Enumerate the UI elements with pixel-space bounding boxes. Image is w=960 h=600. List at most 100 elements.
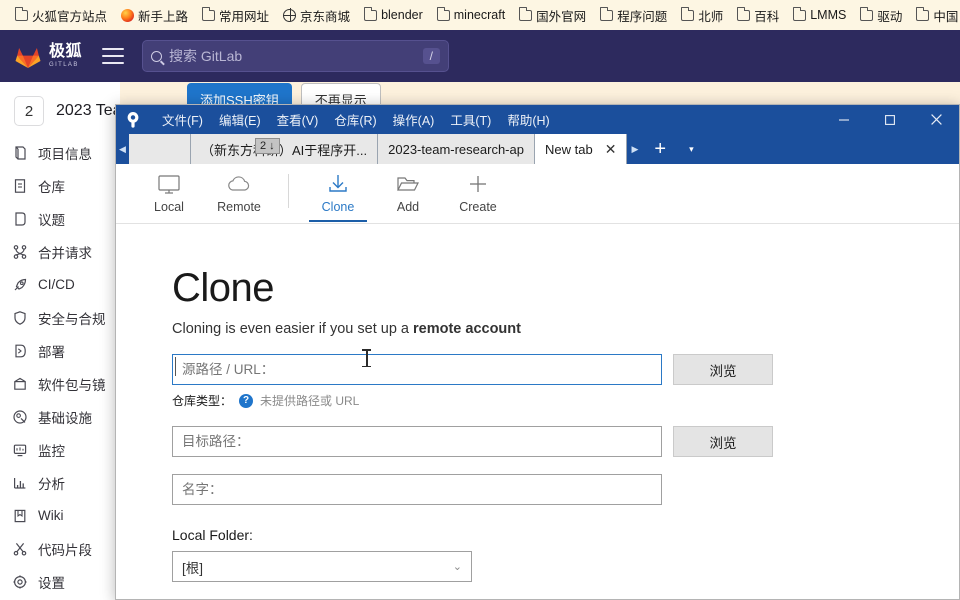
menu-item-4[interactable]: 仓库(R) (326, 107, 384, 132)
bookmark-item[interactable]: 国外官网 (512, 4, 593, 27)
clone-heading: Clone (172, 266, 275, 310)
sidebar-item-12[interactable]: Wiki (0, 499, 119, 532)
close-button[interactable] (913, 105, 959, 134)
bookmark-item[interactable]: LMMS (786, 6, 853, 24)
bookmark-item[interactable]: 百科 (730, 4, 786, 27)
bookmark-item[interactable]: minecraft (430, 6, 512, 24)
repo-type-value: 未提供路径或 URL (260, 394, 360, 408)
sidebar-item-6[interactable]: 安全与合规 (0, 301, 119, 334)
sidebar-item-3[interactable]: 议题 (0, 202, 119, 235)
folder-icon (916, 7, 930, 21)
sidebar-item-2[interactable]: 仓库 (0, 169, 119, 202)
tab-scroll-left-icon[interactable]: ◀ (116, 134, 129, 164)
sidebar-item-label: 软件包与镜 (38, 377, 106, 393)
local-folder-select[interactable]: [根] ⌄ (172, 551, 472, 582)
snippet-icon (12, 541, 28, 557)
folder-icon (518, 7, 533, 21)
toolbar-separator (288, 174, 289, 208)
new-tab-button[interactable]: + (642, 134, 678, 164)
remote-account-link[interactable]: remote account (413, 321, 521, 337)
sidebar-item-10[interactable]: 监控 (0, 433, 119, 466)
sidebar-item-label: 分析 (38, 476, 65, 492)
menu-item-6[interactable]: 工具(T) (442, 107, 499, 132)
toolbar-label: Clone (321, 200, 355, 214)
help-icon[interactable]: ? (239, 393, 254, 408)
bookmark-item[interactable]: 程序问题 (593, 4, 674, 27)
sidebar-item-8[interactable]: 软件包与镜 (0, 367, 119, 400)
target-path-input[interactable] (172, 426, 662, 457)
toolbar-clone-button[interactable]: Clone (303, 164, 373, 222)
bookmark-item[interactable]: 驱动 (853, 4, 909, 27)
tab-scroll-right-icon[interactable]: ▶ (627, 134, 642, 164)
sidebar-item-9[interactable]: 基础设施 (0, 400, 119, 433)
git-client-menubar: 文件(F) 编辑(E) 查看(V) 仓库(R) 操作(A) 工具(T) 帮助(H) (154, 107, 558, 132)
menu-item-7[interactable]: 帮助(H) (499, 107, 557, 132)
repo-name-input[interactable] (172, 474, 662, 505)
menu-hamburger-icon[interactable] (102, 48, 125, 64)
source-path-input[interactable] (172, 354, 662, 385)
tab-label: （新东方科研）AI于程序开... (201, 142, 368, 158)
bookmark-item[interactable]: 常用网址 (195, 4, 276, 27)
gitlab-logo[interactable]: 极狐 GITLAB (14, 43, 82, 69)
gitlab-top-navbar: 极狐 GITLAB 搜索 GitLab / (0, 30, 960, 82)
cloud-icon (226, 172, 252, 196)
analytics-icon (12, 475, 28, 491)
monitor-icon (157, 172, 181, 196)
toolbar-create-button[interactable]: Create (443, 164, 513, 222)
bookmark-item[interactable]: 京东商城 (276, 4, 357, 27)
tab-close-icon[interactable]: ✕ (605, 141, 617, 158)
sidebar-item-label: 监控 (38, 443, 65, 459)
browser-tab-3[interactable]: 2023-team-research-ap (378, 134, 535, 164)
bookmark-item[interactable]: 中国 (909, 4, 960, 27)
toolbar-add-button[interactable]: Add (373, 164, 443, 222)
project-avatar: 2 (14, 96, 44, 126)
sidebar-item-11[interactable]: 分析 (0, 466, 119, 499)
bookmark-label: blender (381, 8, 423, 22)
merge-request-icon (12, 244, 28, 260)
name-row (172, 474, 959, 505)
bookmark-label: 新手上路 (138, 9, 189, 24)
sidebar-item-7[interactable]: 部署 (0, 334, 119, 367)
clone-subtitle-text: Cloning is even easier if you set up a (172, 321, 413, 337)
menu-item-3[interactable]: 查看(V) (269, 107, 327, 132)
menu-item-2[interactable]: 编辑(E) (211, 107, 269, 132)
menu-item-1[interactable]: 文件(F) (154, 107, 211, 132)
sidebar-item-4[interactable]: 合并请求 (0, 235, 119, 268)
sidebar-item-label: 部署 (38, 344, 65, 360)
browse-target-button[interactable]: 浏览 (673, 426, 773, 457)
toolbar-local-button[interactable]: Local (134, 164, 204, 222)
bookmark-item[interactable]: 北师 (674, 4, 730, 27)
toolbar-remote-button[interactable]: Remote (204, 164, 274, 222)
browser-tab-2[interactable]: （新东方科研）AI于程序开... (191, 134, 379, 164)
wiki-icon (12, 508, 28, 524)
tab-menu-caret-icon[interactable]: ▾ (678, 134, 705, 164)
search-placeholder: 搜索 GitLab (169, 48, 243, 64)
search-shortcut-badge: / (422, 48, 441, 64)
toolbar-label: Remote (217, 200, 261, 214)
folder-icon (14, 7, 28, 21)
sidebar-item-13[interactable]: 代码片段 (0, 532, 119, 565)
sidebar-item-label: 代码片段 (38, 542, 92, 558)
sidebar-item-14[interactable]: 设置 (0, 565, 119, 598)
rocket-icon (12, 277, 28, 293)
bookmark-item[interactable]: 火狐官方站点 (8, 4, 114, 27)
bookmark-item[interactable]: blender (357, 6, 430, 24)
maximize-button[interactable] (867, 105, 913, 134)
browser-tab-4[interactable]: New tab ✕ (534, 134, 628, 164)
sidebar-item-label: CI/CD (38, 277, 75, 292)
bookmark-item[interactable]: 新手上路 (114, 4, 195, 27)
minimize-button[interactable] (821, 105, 867, 134)
sidebar-item-5[interactable]: CI/CD (0, 268, 119, 301)
gear-icon (12, 574, 28, 590)
tab-download-badge[interactable]: 2 ↓ (255, 138, 280, 154)
menu-item-5[interactable]: 操作(A) (385, 107, 443, 132)
folder-open-icon (395, 172, 421, 196)
gitlab-search-box[interactable]: 搜索 GitLab / (142, 40, 450, 72)
package-icon (12, 376, 28, 392)
bookmark-label: 程序问题 (617, 9, 668, 24)
file-icon (12, 178, 28, 194)
browse-source-button[interactable]: 浏览 (673, 354, 773, 385)
sidebar-item-1[interactable]: 项目信息 (0, 136, 119, 169)
local-folder-label: Local Folder: (172, 527, 253, 543)
browser-tab-1[interactable] (129, 134, 191, 164)
